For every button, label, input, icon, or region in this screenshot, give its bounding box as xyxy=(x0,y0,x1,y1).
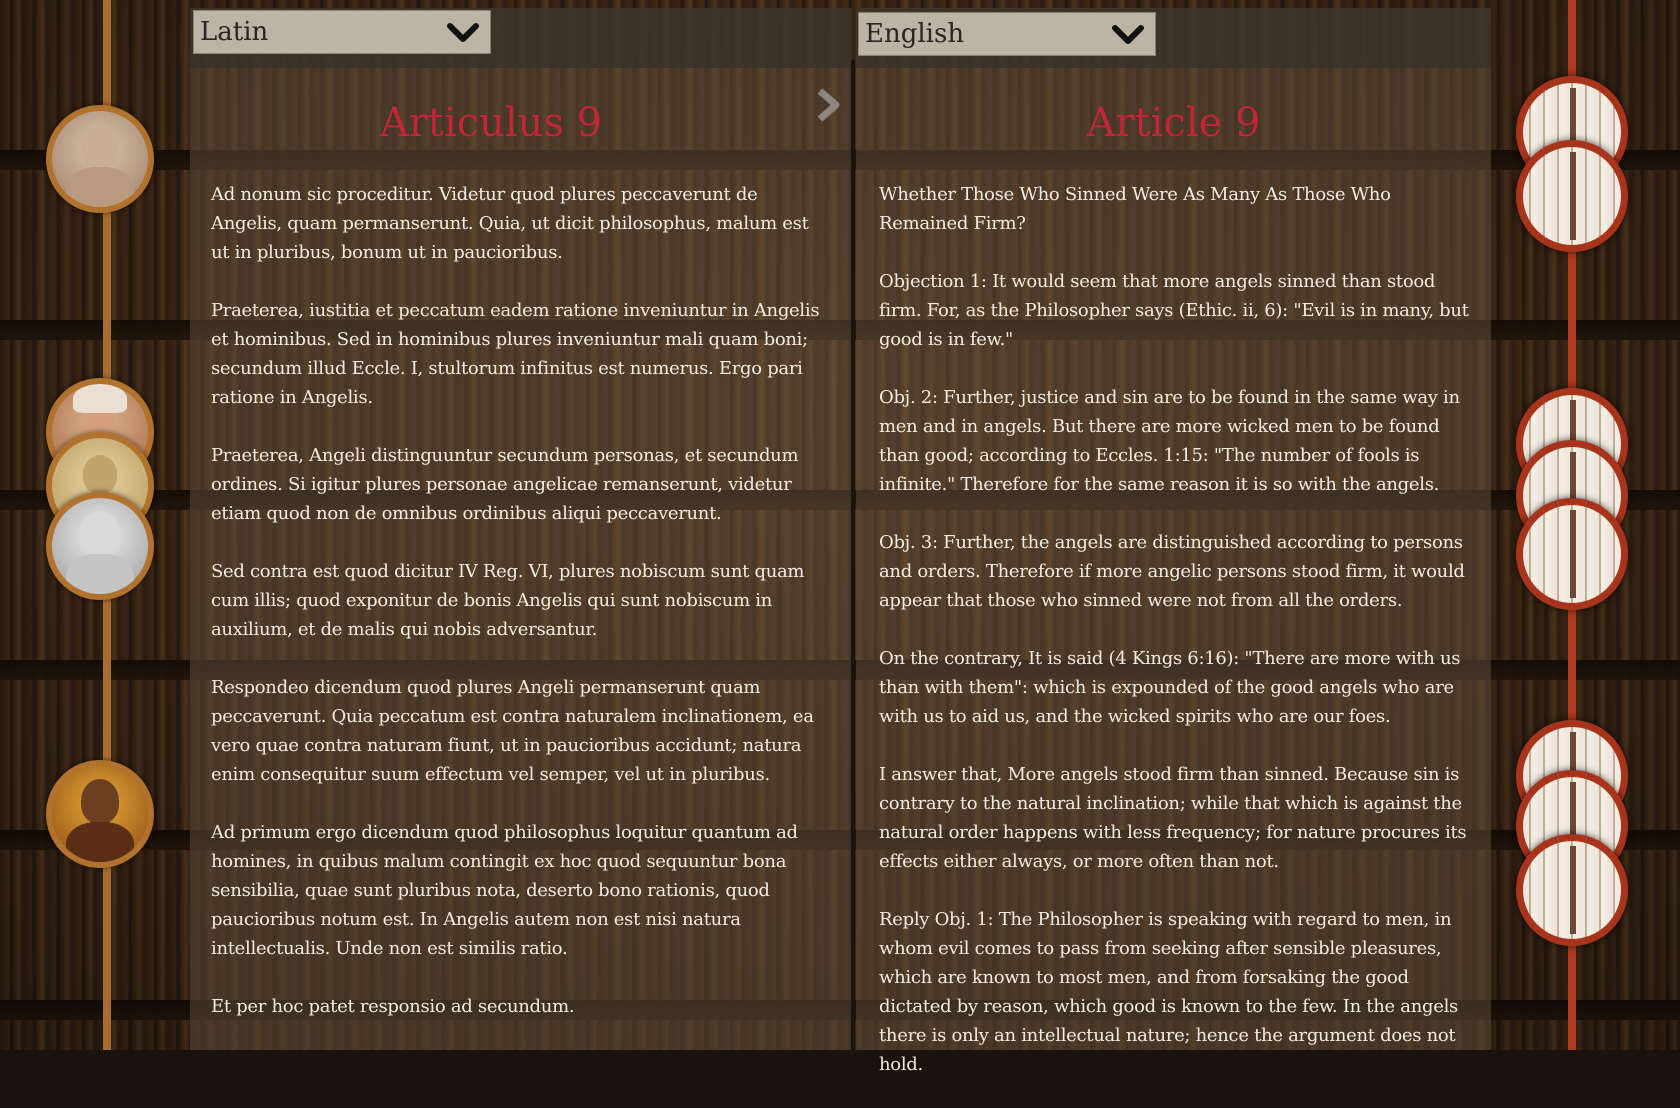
panel-divider xyxy=(851,60,855,1050)
latin-article-text: Ad nonum sic proceditur. Videtur quod pl… xyxy=(211,180,821,1050)
paragraph: Respondeo dicendum quod plures Angeli pe… xyxy=(211,677,814,785)
paragraph: Whether Those Who Sinned Were As Many As… xyxy=(879,184,1391,234)
paragraph: Obj. 2: Further, justice and sin are to … xyxy=(879,387,1460,495)
english-text-panel: English Article 9 Whether Those Who Sinn… xyxy=(856,8,1491,1075)
article-heading: Articulus 9 xyxy=(379,100,603,146)
author-portrait-paul-icon[interactable] xyxy=(46,760,154,868)
paragraph: Reply Obj. 1: The Philosopher is speakin… xyxy=(879,909,1458,1075)
paragraph: Praeterea, Angeli distinguuntur secundum… xyxy=(211,445,799,524)
paragraph: On the contrary, It is said (4 Kings 6:1… xyxy=(879,648,1461,727)
paragraph: Objection 1: It would seem that more ang… xyxy=(879,271,1469,350)
english-article-text: Whether Those Who Sinned Were As Many As… xyxy=(879,180,1469,1108)
language-select-value: Latin xyxy=(200,17,269,47)
book-marker[interactable] xyxy=(1516,498,1628,610)
book-marker[interactable] xyxy=(1516,140,1628,252)
paragraph: Ad primum ergo dicendum quod philosophus… xyxy=(211,822,798,959)
author-portrait-aristotle[interactable] xyxy=(46,492,154,600)
chevron-down-icon xyxy=(447,23,479,42)
paragraph: Ad nonum sic proceditur. Videtur quod pl… xyxy=(211,184,809,263)
article-heading: Article 9 xyxy=(1086,100,1261,146)
latin-text-panel: Latin Articulus 9 Ad nonum sic proceditu… xyxy=(190,8,852,1050)
chevron-down-icon xyxy=(1112,25,1144,44)
latin-language-dropdown[interactable]: Latin xyxy=(193,10,491,54)
paragraph: Sed contra est quod dicitur IV Reg. VI, … xyxy=(211,561,805,640)
language-select-value: English xyxy=(865,19,965,49)
author-portrait-bearded-philosopher[interactable] xyxy=(46,105,154,213)
book-marker[interactable] xyxy=(1516,834,1628,946)
paragraph: Et per hoc patet responsio ad secundum. xyxy=(211,996,575,1017)
paragraph: I answer that, More angels stood firm th… xyxy=(879,764,1467,872)
paragraph: Praeterea, iustitia et peccatum eadem ra… xyxy=(211,300,820,408)
paragraph: Obj. 3: Further, the angels are distingu… xyxy=(879,532,1465,611)
english-language-dropdown[interactable]: English xyxy=(858,12,1156,56)
